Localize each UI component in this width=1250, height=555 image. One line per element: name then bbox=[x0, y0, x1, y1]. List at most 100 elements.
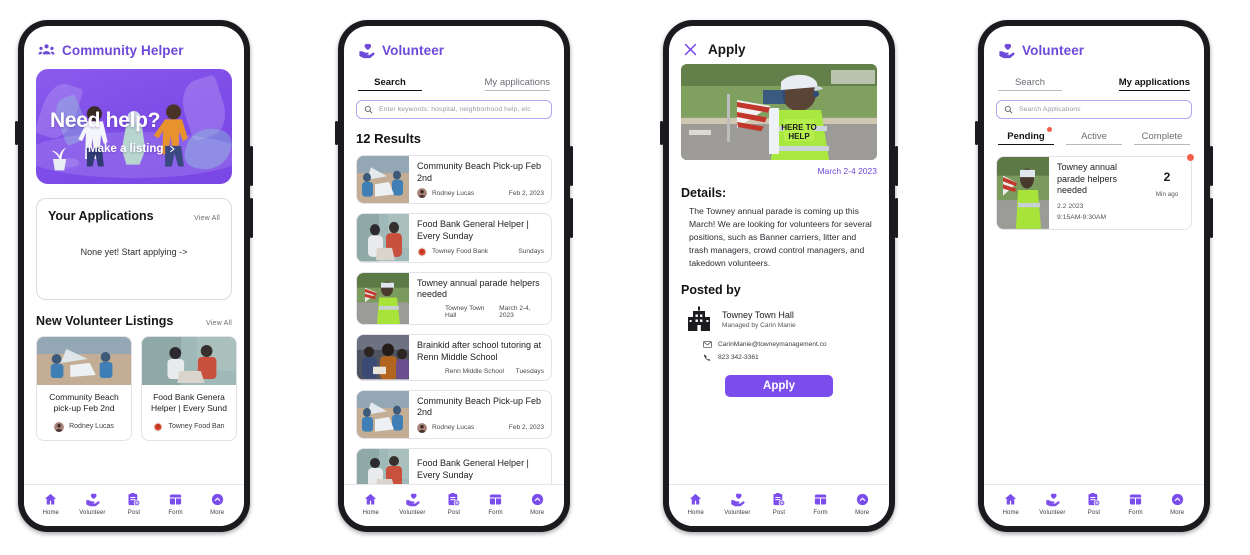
phone-volume-up-button[interactable] bbox=[1210, 146, 1213, 186]
result-org: Rodney Lucas bbox=[432, 424, 475, 432]
hand-heart-icon bbox=[406, 493, 420, 506]
result-item[interactable]: Community Beach Pick-up Feb 2nd Rodney L… bbox=[356, 389, 552, 439]
phone-volume-up-button[interactable] bbox=[895, 146, 898, 186]
nav-item-more[interactable]: More bbox=[843, 492, 881, 516]
phone-volume-down-button[interactable] bbox=[570, 198, 573, 238]
phone-volume-up-button[interactable] bbox=[570, 146, 573, 186]
phone-mute-button[interactable] bbox=[15, 121, 18, 145]
nav-item-form[interactable]: Form bbox=[802, 492, 840, 516]
app-header: Volunteer bbox=[344, 26, 564, 67]
result-body: Community Beach Pick-up Feb 2nd Rodney L… bbox=[409, 156, 551, 203]
nav-item-post[interactable]: Post bbox=[1075, 492, 1113, 516]
nav-item-more[interactable]: More bbox=[198, 492, 236, 516]
listing-card[interactable]: Community Beach pick-up Feb 2nd Rodney L… bbox=[36, 336, 132, 441]
apply-button[interactable]: Apply bbox=[725, 375, 833, 398]
applications-scroll-area[interactable]: Search My applications Search Applicatio… bbox=[984, 67, 1204, 484]
app-screen-apply: Apply HERE TO HELP March 2-4 2023 Detail… bbox=[669, 26, 889, 526]
tab-search[interactable]: Search bbox=[998, 77, 1062, 91]
result-item[interactable]: Food Bank General Helper | Every Sunday bbox=[356, 447, 552, 484]
nav-item-volunteer[interactable]: Volunteer bbox=[393, 492, 431, 516]
parade-volunteer-photo bbox=[357, 272, 409, 325]
nav-item-more[interactable]: More bbox=[1158, 492, 1196, 516]
phone-volume-up-button[interactable] bbox=[250, 146, 253, 186]
applications-view-all-link[interactable]: View All bbox=[194, 215, 220, 222]
applications-tabs: Search My applications bbox=[996, 77, 1192, 91]
result-title: Community Beach Pick-up Feb 2nd bbox=[417, 161, 542, 183]
chevron-right-icon bbox=[170, 145, 175, 153]
contact-email-row[interactable]: CarinManie@towneymanagement.co bbox=[703, 340, 877, 349]
filter-tab-pending[interactable]: Pending bbox=[998, 127, 1054, 145]
clipboard-plus-icon bbox=[448, 492, 461, 506]
phone-mute-button[interactable] bbox=[335, 121, 338, 145]
apply-scroll-area[interactable]: HERE TO HELP March 2-4 2023 Details: The… bbox=[669, 64, 889, 484]
nav-item-post[interactable]: Post bbox=[115, 492, 153, 516]
nav-label: Post bbox=[772, 509, 786, 516]
nav-item-volunteer[interactable]: Volunteer bbox=[1033, 492, 1071, 516]
nav-item-form[interactable]: Form bbox=[157, 492, 195, 516]
result-date: Tuesdays bbox=[515, 367, 544, 375]
result-title: Community Beach Pick-up Feb 2nd bbox=[417, 395, 542, 418]
nav-item-volunteer[interactable]: Volunteer bbox=[718, 492, 756, 516]
result-item[interactable]: Food Bank General Helper | Every Sunday … bbox=[356, 213, 552, 263]
phone-volume-down-button[interactable] bbox=[895, 198, 898, 238]
tab-my-applications[interactable]: My applications bbox=[484, 77, 550, 91]
tab-my-applications[interactable]: My applications bbox=[1118, 77, 1190, 91]
application-card-left: Towney annual parade helpers needed 2.2 … bbox=[1057, 162, 1147, 223]
new-listings-title: New Volunteer Listings bbox=[36, 314, 174, 328]
result-item[interactable]: Towney annual parade helpers needed Town… bbox=[356, 271, 552, 326]
town-hall-building-icon bbox=[688, 306, 710, 332]
search-tabs: Search My applications bbox=[356, 77, 552, 91]
result-org: Towney Food Bank bbox=[432, 248, 489, 256]
phone-mute-button[interactable] bbox=[660, 121, 663, 145]
search-input[interactable]: Enter keywords: hospital, neighborhood h… bbox=[356, 100, 552, 119]
close-x-icon[interactable] bbox=[682, 41, 699, 58]
listings-view-all-link[interactable]: View All bbox=[206, 320, 232, 327]
bottom-nav: Home Volunteer Post Form More bbox=[669, 484, 889, 526]
result-item[interactable]: Community Beach Pick-up Feb 2nd Rodney L… bbox=[356, 155, 552, 205]
hero-banner[interactable]: Need help? Make a listing bbox=[36, 69, 232, 184]
nav-label: Volunteer bbox=[724, 509, 751, 516]
nav-label: Volunteer bbox=[399, 509, 426, 516]
listing-card[interactable]: Food Bank Genera Helper | Every Sund Tow… bbox=[141, 336, 237, 441]
nav-item-more[interactable]: More bbox=[518, 492, 556, 516]
contact-phone-row[interactable]: 823 342-3361 bbox=[703, 353, 877, 362]
tab-search[interactable]: Search bbox=[358, 77, 422, 91]
your-applications-panel: Your Applications View All None yet! Sta… bbox=[36, 198, 232, 300]
search-scroll-area[interactable]: Search My applications Enter keywords: h… bbox=[344, 67, 564, 484]
poster-info: Towney Town Hall Managed by Carin Manie bbox=[681, 306, 877, 332]
application-card[interactable]: Towney annual parade helpers needed 2.2 … bbox=[996, 154, 1194, 230]
phone-mute-button[interactable] bbox=[975, 121, 978, 145]
nav-item-volunteer[interactable]: Volunteer bbox=[73, 492, 111, 516]
apply-header: Apply bbox=[669, 26, 889, 64]
result-meta: Rodney Lucas Feb 2, 2023 bbox=[417, 188, 544, 199]
nav-item-form[interactable]: Form bbox=[477, 492, 515, 516]
home-icon bbox=[45, 493, 57, 504]
grid-form-icon bbox=[489, 494, 502, 504]
nav-item-home[interactable]: Home bbox=[677, 492, 715, 516]
result-item[interactable]: Brainkid after school tutoring at Renn M… bbox=[356, 334, 552, 381]
nav-item-post[interactable]: Post bbox=[435, 492, 473, 516]
nav-item-home[interactable]: Home bbox=[352, 492, 390, 516]
result-title: Brainkid after school tutoring at Renn M… bbox=[417, 340, 542, 362]
home-scroll-area[interactable]: Need help? Make a listing Your Applicati… bbox=[24, 67, 244, 484]
search-applications-input[interactable]: Search Applications bbox=[996, 100, 1192, 119]
result-body: Community Beach Pick-up Feb 2nd Rodney L… bbox=[409, 391, 551, 438]
nav-label: Home bbox=[1002, 509, 1019, 516]
applications-empty-state: None yet! Start applying -> bbox=[80, 247, 188, 257]
parade-volunteer-photo: HERE TO HELP bbox=[681, 64, 877, 160]
hand-heart-icon bbox=[1046, 493, 1060, 506]
avatar bbox=[417, 188, 427, 199]
screenshot-stage: Community Helper Need help? Make a listi… bbox=[0, 0, 1250, 555]
nav-item-home[interactable]: Home bbox=[32, 492, 70, 516]
grid-form-icon bbox=[169, 494, 182, 504]
filter-tab-complete[interactable]: Complete bbox=[1134, 131, 1190, 145]
phone-volume-down-button[interactable] bbox=[250, 198, 253, 238]
filter-tab-active[interactable]: Active bbox=[1066, 131, 1122, 145]
make-listing-button[interactable]: Make a listing bbox=[88, 143, 176, 155]
nav-item-form[interactable]: Form bbox=[1117, 492, 1155, 516]
clipboard-plus-icon bbox=[128, 492, 141, 506]
phone-volume-down-button[interactable] bbox=[1210, 198, 1213, 238]
result-org: Rodney Lucas bbox=[432, 189, 475, 197]
nav-item-home[interactable]: Home bbox=[992, 492, 1030, 516]
nav-item-post[interactable]: Post bbox=[760, 492, 798, 516]
